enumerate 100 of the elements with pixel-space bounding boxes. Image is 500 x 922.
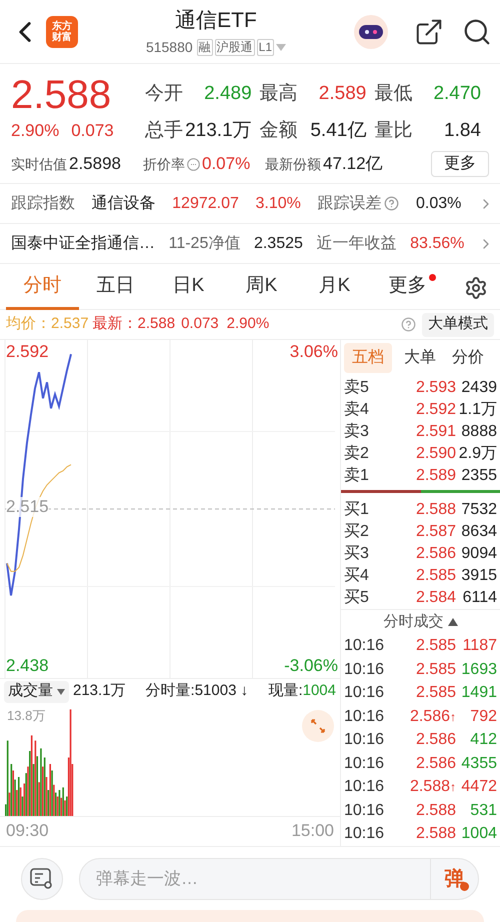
market-tag: 沪股通 [214,38,255,56]
info-text: 11-25净值 [168,234,240,254]
share-icon[interactable] [414,16,444,46]
more-button[interactable]: 更多 [431,151,489,177]
level-price: 2.588 [414,500,456,520]
level-label: 买1 [344,500,370,520]
period-volume: 分时量:51003 ↓ [146,681,248,702]
latest-price: 最新：2.588 [92,314,176,334]
robot-avatar-icon[interactable] [354,14,388,48]
trade-time: 10:16 [344,730,386,750]
level-label: 卖1 [344,466,370,486]
average-price: 均价：2.537 [6,314,89,334]
info-text: 83.56% [410,234,464,254]
caret-icon[interactable] [448,618,458,626]
trade-price: 2.588 [414,824,456,844]
extra-label: 实时估值 [11,154,67,174]
level-price: 2.585 [414,566,456,586]
level-price: 2.593 [414,378,456,398]
time-label: 09:30 [6,820,49,842]
help-icon[interactable] [384,196,400,211]
trade-time: 10:16 [344,754,386,774]
level-price: 2.586 [414,544,456,564]
stock-title: 通信ETF [175,8,257,34]
info-text: 跟踪误差 [317,194,382,214]
book-tab[interactable]: 分价 [448,343,488,374]
trade-volume: 1004 [460,824,497,844]
extra-label: 最新份额 [265,154,321,174]
expand-icon[interactable] [302,710,334,742]
mode-button[interactable]: 大单模式 [422,312,494,336]
current-volume: 现量:1004 [268,681,336,702]
level-label: 卖5 [344,378,370,398]
trade-time: 10:16 [344,683,386,704]
latest-change: 0.073 [181,314,219,334]
trade-time: 10:16 [344,824,386,844]
trade-volume: 1491 [460,683,497,704]
trade-time: 10:16 [344,660,386,680]
level-volume: 1.1万 [458,400,497,420]
settings-icon[interactable] [464,276,488,300]
caret-icon [57,688,65,694]
stat-value: 2.470 [433,82,481,106]
trade-price: 2.588 [414,800,456,821]
info-text: 0.03% [416,194,462,214]
danmaku-button[interactable]: 弹 [430,858,478,898]
axis-label: 2.515 [6,497,49,517]
stock-code: 515880 [146,38,193,57]
comment-field[interactable]: 弹幕走一波… 弹 [79,858,479,900]
chart-tab[interactable]: 月K [298,266,371,310]
level-label: 卖3 [344,422,370,442]
trade-price: 2.585 [414,683,456,704]
info-text: 12972.07 [172,194,239,214]
chart-tab[interactable]: 更多 [371,266,444,310]
latest-percent: 2.90% [226,314,270,334]
trade-price: 2.586↑ [408,706,456,727]
stat-label: 今开 [145,82,183,106]
chart-tab[interactable]: 五日 [79,266,152,310]
level-price: 2.587 [414,522,456,542]
info-text: 3.10% [255,194,301,214]
change-amount: 0.073 [71,120,114,142]
level-volume: 8888 [460,422,497,442]
extra-value: 0.07% [202,153,250,176]
chart-tab[interactable]: 日K [152,266,225,310]
info-icon[interactable] [187,158,200,170]
trade-price: 2.586 [414,730,456,750]
level-volume: 2439 [460,378,497,398]
info-text: 国泰中证全指通信… [11,234,155,254]
current-price: 2.588 [11,72,112,118]
stat-label: 最低 [374,82,412,106]
volume-selector[interactable]: 成交量 [4,680,69,702]
trade-volume: 1187 [462,636,497,656]
trade-price: 2.585 [414,636,456,656]
stat-value: 213.1万 [185,118,252,142]
info-text: 通信设备 [92,194,156,214]
volume-total: 213.1万 [73,681,126,702]
level-price: 2.584 [414,588,456,608]
level-price: 2.592 [414,400,456,420]
level-label: 买3 [344,544,370,564]
trade-volume: 4472 [460,777,497,798]
trade-volume: 4355 [460,754,497,774]
level-label: 买5 [344,588,370,608]
danmaku-settings-icon[interactable] [21,858,63,900]
extra-value: 47.12亿 [323,153,383,176]
stat-label: 总手 [145,118,183,142]
market-tag: 融 [196,38,213,56]
extra-label: 折价率 [143,154,185,174]
axis-label: -3.06% [284,656,338,676]
trades-title: 分时成交 [384,612,444,632]
time-label: 15:00 [291,820,334,842]
book-tab[interactable]: 大单 [400,343,440,374]
stat-value: 2.489 [204,82,252,106]
stat-value: 2.589 [318,82,366,106]
change-percent: 2.90% [11,120,60,142]
search-icon[interactable] [462,16,492,46]
level-label: 买2 [344,522,370,542]
level-volume: 2355 [460,466,497,486]
level-volume: 9094 [460,544,497,564]
level-label: 卖4 [344,400,370,420]
trade-price: 2.586 [414,754,456,774]
chart-tab[interactable]: 周K [225,266,298,310]
stat-label: 最高 [260,82,298,106]
trade-time: 10:16 [344,800,386,821]
